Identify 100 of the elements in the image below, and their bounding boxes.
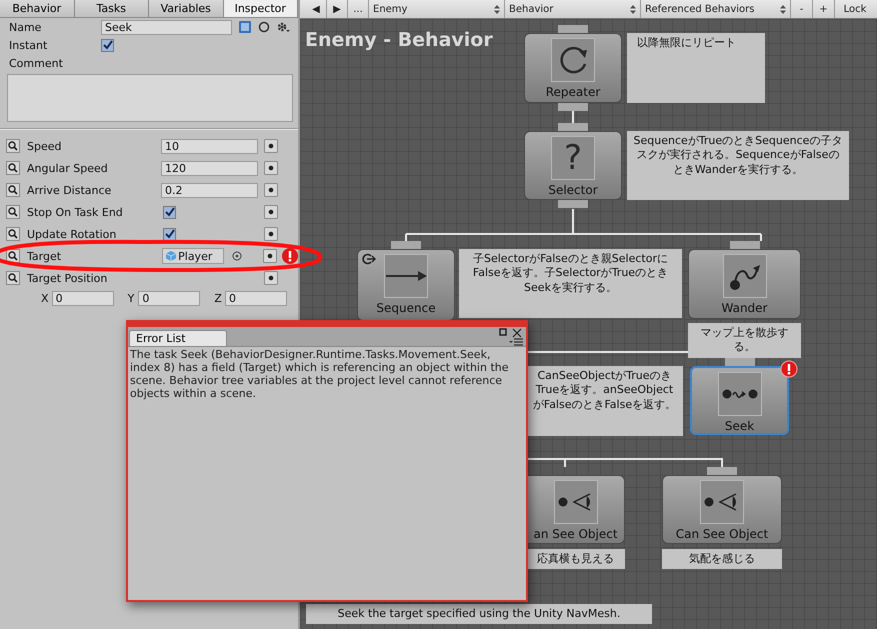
axis-label: Y [128,292,136,304]
dropdown[interactable]: Behavior [505,0,641,18]
coordinate-field[interactable]: 0 [52,290,114,306]
error-message: The task Seek (BehaviorDesigner.Runtime.Tasks.Movement.Seek, index 8) has a field (Target) which is referencing an object within the scene. Behavior tree variables at the project level cannot reference objects within a scene. [129,347,510,401]
value-field[interactable]: 10 [161,138,258,154]
panel-tab[interactable]: Inspector [224,0,298,17]
comment-field[interactable] [7,74,293,122]
object-field[interactable]: Player [162,248,224,264]
node-port [558,123,588,131]
field-label: Arrive Distance [26,184,112,196]
variable-toggle[interactable] [264,227,278,241]
coordinate-field[interactable]: 0 [225,290,288,306]
arrow-icon [385,269,427,283]
node-comment: 気配を感じる [662,549,782,570]
panel-tab[interactable]: Variables [149,0,224,17]
menu-icon[interactable] [509,338,523,346]
node-port [391,241,421,249]
node-port [558,200,588,208]
maximize-icon[interactable] [499,328,507,336]
connector-line [572,111,574,123]
task-node[interactable]: Sequence [357,249,455,321]
field-label: Comment [9,56,64,70]
node-port [724,358,754,366]
variable-toggle[interactable] [264,139,278,153]
window-tab[interactable]: Error List [129,330,227,346]
node-comment: 子SelectorがFalseのとき親SelectorにFalseを返す。子SelectorがTrueのときSeekを実行する。 [459,249,682,318]
toolbar-button[interactable]: - [791,0,813,18]
field-checkbox[interactable] [162,228,176,240]
axis-label: X [41,292,49,304]
task-node[interactable]: ? Selector [524,131,622,200]
abort-icon [361,253,377,265]
field-label: Instant [9,38,48,52]
node-port [558,103,588,111]
name-field[interactable]: Seek [101,20,232,34]
search-icon[interactable] [6,271,20,285]
node-port [558,25,588,33]
node-comment: SequenceがTrueのときSequenceの子タスクが実行される。SequenceがFalseのときWanderを実行する。 [627,131,849,200]
search-icon[interactable] [6,205,20,219]
graph-title: Enemy - Behavior [305,29,493,51]
node-label: Can See Object [676,527,768,541]
variable-toggle[interactable] [264,271,278,285]
coordinate-field[interactable]: 0 [138,290,200,306]
variable-toggle[interactable] [264,205,278,219]
field-label: Name [9,20,42,34]
panel-tab[interactable]: Tasks [74,0,149,17]
nav-button[interactable]: ▶ [327,0,348,18]
updown-icon [780,4,786,14]
dropdown[interactable]: Enemy [369,0,505,18]
dropdown[interactable]: Referenced Behaviors [641,0,791,18]
node-port [730,241,760,249]
cube-icon [166,251,176,261]
variable-toggle[interactable] [264,161,278,175]
field-label: Speed [26,140,62,152]
value-field[interactable]: 120 [161,160,258,176]
search-icon[interactable] [6,249,20,263]
node-comment: 応真横も見える [526,549,625,570]
nav-button[interactable]: ◀ [306,0,327,18]
search-icon[interactable] [6,161,20,175]
toolbar-button[interactable]: + [813,0,835,18]
field-checkbox[interactable] [162,206,176,218]
updown-icon [630,4,636,14]
settings-icon[interactable] [276,21,290,33]
node-comment: マップ上を散歩する。 [688,323,801,358]
node-comment: Seek the target specified using the Unity NavMesh. [306,604,652,624]
field-label: Target [26,250,62,262]
node-label: Selector [548,183,598,197]
node-label: Sequence [376,301,436,315]
node-comment: CanSeeObjectがTrueのきTrueを返す。anSeeObjectがFalseのときFalseを返す。 [526,366,683,436]
toolbar-button[interactable]: Lock [835,0,875,18]
field-label: Target Position [26,272,108,284]
close-icon[interactable] [512,328,522,338]
circle-icon[interactable] [258,21,270,33]
search-icon[interactable] [6,139,20,153]
panel-tab[interactable]: Behavior [0,0,74,17]
task-node[interactable]: Wander [688,249,801,319]
field-label: Stop On Task End [26,206,124,218]
path-icon [722,388,758,400]
axis-label: Z [214,292,222,304]
node-port [707,467,737,475]
task-node[interactable]: an See Object [526,475,625,544]
target-icon[interactable] [232,251,242,261]
updown-icon [494,4,500,14]
value-field[interactable]: 0.2 [161,182,258,198]
task-node[interactable]: Seek [690,366,789,435]
node-label: Seek [724,419,754,433]
question-icon: ? [564,141,582,175]
field-label: Angular Speed [26,162,109,174]
instant-checkbox[interactable] [101,38,114,52]
variable-toggle[interactable] [264,183,278,197]
node-comment: 以降無限にリピート [627,33,765,103]
node-label: an See Object [533,527,618,541]
node-label: Wander [722,301,768,315]
nav-button[interactable]: ... [348,0,369,18]
variable-toggle[interactable] [263,249,277,263]
task-node[interactable]: Repeater [524,33,622,103]
search-icon[interactable] [6,183,20,197]
task-node[interactable]: Can See Object [662,475,782,544]
node-label: Repeater [546,85,600,99]
search-icon[interactable] [6,227,20,241]
field-label: Update Rotation [26,228,118,240]
